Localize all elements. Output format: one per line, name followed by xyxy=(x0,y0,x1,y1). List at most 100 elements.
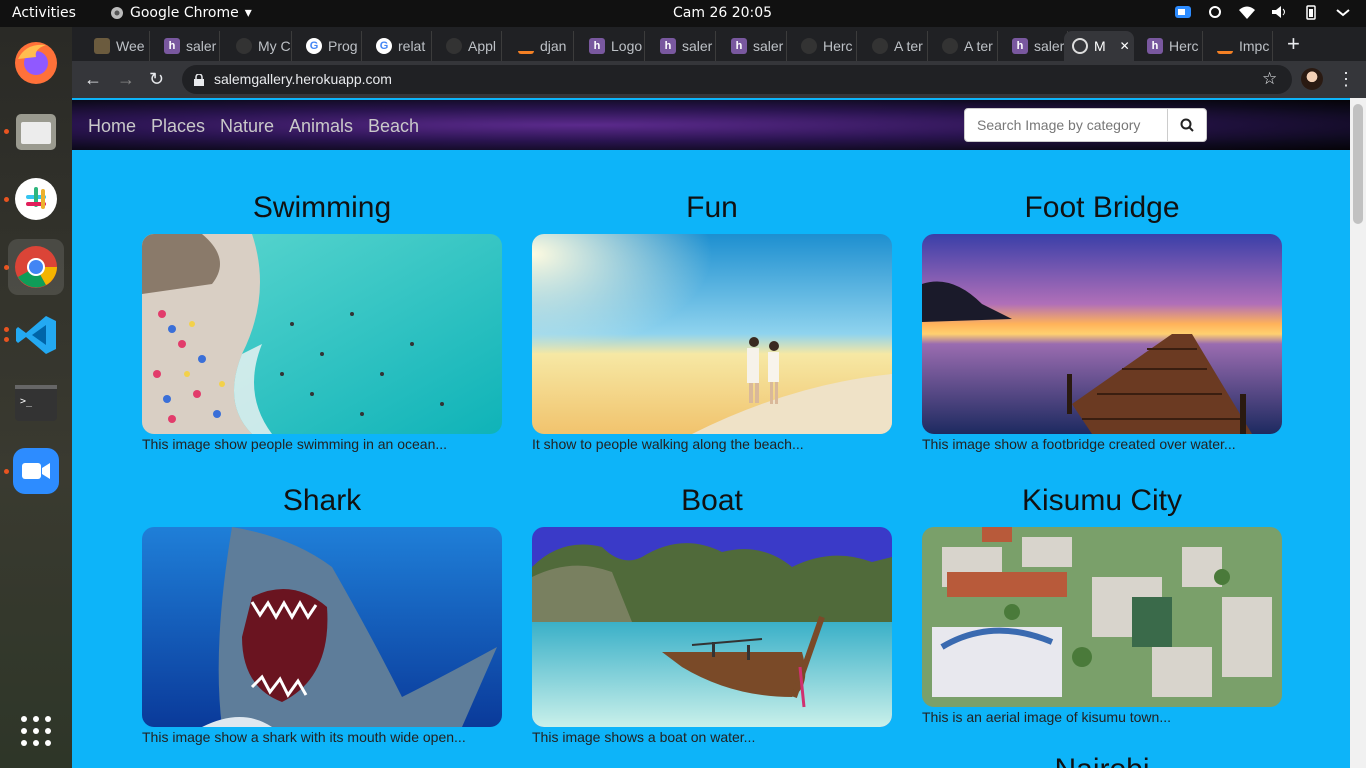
globe-icon xyxy=(1072,38,1088,54)
gallery-card-swimming[interactable]: Swimming This image show people swimming… xyxy=(142,188,502,452)
system-top-bar: Activities Google Chrome ▾ Cam 26 20:05 xyxy=(0,0,1366,27)
app-menu[interactable]: Google Chrome ▾ xyxy=(110,5,252,21)
heroku-icon: h xyxy=(1147,38,1163,54)
browser-tab[interactable]: h saler xyxy=(150,31,220,61)
nav-animals[interactable]: Animals xyxy=(289,116,353,137)
tab-label: A ter xyxy=(894,38,923,54)
browser-tab[interactable]: h Logo xyxy=(575,31,645,61)
tab-label: saler xyxy=(186,38,217,54)
foot-bridge-image[interactable] xyxy=(922,234,1282,434)
card-title: Shark xyxy=(282,484,362,517)
vscode-launcher[interactable] xyxy=(8,307,64,363)
kisumu-city-image[interactable] xyxy=(922,527,1282,707)
stackoverflow-icon xyxy=(518,38,534,54)
google-icon: G xyxy=(306,38,322,54)
tab-strip: Wee h saler My C G Prog Grelat Appl djan h Logo h sa… xyxy=(72,27,1366,61)
activities-button[interactable]: Activities xyxy=(12,5,76,21)
battery-icon[interactable] xyxy=(1302,4,1320,20)
heroku-icon: h xyxy=(731,38,747,54)
power-menu-icon[interactable] xyxy=(1334,4,1352,20)
search-button[interactable] xyxy=(1167,108,1207,142)
zoom-launcher[interactable] xyxy=(8,443,64,499)
browser-tab[interactable]: My C xyxy=(222,31,292,61)
browser-tab[interactable]: Impc xyxy=(1203,31,1273,61)
files-launcher[interactable] xyxy=(8,103,64,159)
browser-tab[interactable]: Wee xyxy=(80,31,150,61)
gallery-card-shark[interactable]: Shark This image show a shark with its m… xyxy=(142,481,502,745)
browser-tab[interactable]: h saler xyxy=(646,31,716,61)
url-text: salemgallery.herokuapp.com xyxy=(214,71,392,87)
bookmark-star-icon[interactable]: ☆ xyxy=(1262,69,1277,89)
browser-tab[interactable]: A ter xyxy=(928,31,998,61)
profile-avatar[interactable] xyxy=(1301,68,1323,90)
slack-launcher[interactable] xyxy=(8,171,64,227)
forward-icon[interactable]: → xyxy=(117,69,135,89)
nav-home[interactable]: Home xyxy=(88,116,136,137)
slack-icon xyxy=(15,178,57,220)
browser-tab[interactable]: Grelat xyxy=(362,31,432,61)
system-tray[interactable] xyxy=(1174,4,1352,20)
tab-label: Prog xyxy=(328,38,358,54)
lock-icon xyxy=(194,74,204,86)
heroku-icon: h xyxy=(164,38,180,54)
browser-tab[interactable]: Herc xyxy=(787,31,857,61)
tab-label: Herc xyxy=(1169,38,1199,54)
browser-tab[interactable]: M ✕ xyxy=(1064,31,1134,61)
chrome-icon xyxy=(111,7,123,19)
card-caption: It show to people walking along the beac… xyxy=(532,436,804,452)
heroku-icon: h xyxy=(589,38,605,54)
back-icon[interactable]: ← xyxy=(84,69,102,89)
new-tab-button[interactable]: + xyxy=(1287,31,1300,57)
nav-places[interactable]: Places xyxy=(151,116,205,137)
card-title: Swimming xyxy=(252,191,392,224)
browser-tab[interactable]: Appl xyxy=(432,31,502,61)
tab-label: Wee xyxy=(116,38,145,54)
browser-tab[interactable]: A ter xyxy=(858,31,928,61)
volume-icon[interactable] xyxy=(1270,4,1288,20)
web-page: Home Places Nature Animals Beach Search … xyxy=(72,98,1350,768)
browser-tab[interactable]: h saler xyxy=(717,31,787,61)
zoom-tray-icon[interactable] xyxy=(1174,4,1192,20)
fun-image[interactable] xyxy=(532,234,892,434)
plant-icon xyxy=(94,38,110,54)
gallery-card-foot-bridge[interactable]: Foot Bridge This image show a footbridge… xyxy=(922,188,1282,452)
browser-tab[interactable]: h Herc xyxy=(1133,31,1203,61)
card-title: Fun xyxy=(686,191,738,224)
search-input[interactable]: Search Image by category xyxy=(964,108,1168,142)
gallery-card-kisumu-city[interactable]: Kisumu City This is an aerial image of k… xyxy=(922,481,1282,725)
nav-beach[interactable]: Beach xyxy=(368,116,419,137)
site-navbar: Home Places Nature Animals Beach Search … xyxy=(72,100,1350,150)
scrollbar-thumb[interactable] xyxy=(1353,104,1363,224)
heroku-icon: h xyxy=(660,38,676,54)
tab-label: Herc xyxy=(823,38,853,54)
boat-image[interactable] xyxy=(532,527,892,727)
card-title: Boat xyxy=(681,484,743,517)
shark-image[interactable] xyxy=(142,527,502,727)
zoom-icon xyxy=(13,448,59,494)
browser-tab[interactable]: djan xyxy=(504,31,574,61)
swimming-image[interactable] xyxy=(142,234,502,434)
gallery-card-boat[interactable]: Boat This image shows a boat on water... xyxy=(532,481,892,745)
browser-tab[interactable]: h saler xyxy=(998,31,1068,61)
slack-tray-icon[interactable] xyxy=(1206,4,1224,20)
gallery-card-fun[interactable]: Fun It show to people walking along the … xyxy=(532,188,892,452)
close-tab-icon[interactable]: ✕ xyxy=(1120,39,1130,53)
show-apps-button[interactable] xyxy=(8,703,64,759)
heroku-icon: h xyxy=(1012,38,1028,54)
card-title: Foot Bridge xyxy=(1024,191,1180,224)
card-caption: This image show a shark with its mouth w… xyxy=(142,729,466,745)
menu-kebab-icon[interactable]: ⋮ xyxy=(1337,69,1355,89)
firefox-launcher[interactable] xyxy=(8,35,64,91)
reload-icon[interactable]: ↻ xyxy=(149,69,164,89)
nav-nature[interactable]: Nature xyxy=(220,116,274,137)
browser-tab[interactable]: G Prog xyxy=(292,31,362,61)
address-bar[interactable]: salemgallery.herokuapp.com xyxy=(182,65,1292,94)
google-icon: G xyxy=(376,38,392,54)
wifi-icon[interactable] xyxy=(1238,4,1256,20)
clock[interactable]: Cam 26 20:05 xyxy=(673,5,772,21)
card-caption: This image show a footbridge created ove… xyxy=(922,436,1236,452)
chevron-down-icon: ▾ xyxy=(244,5,252,21)
chrome-launcher[interactable] xyxy=(8,239,64,295)
terminal-launcher[interactable]: >_ xyxy=(8,375,64,431)
tab-label: Appl xyxy=(468,38,497,54)
